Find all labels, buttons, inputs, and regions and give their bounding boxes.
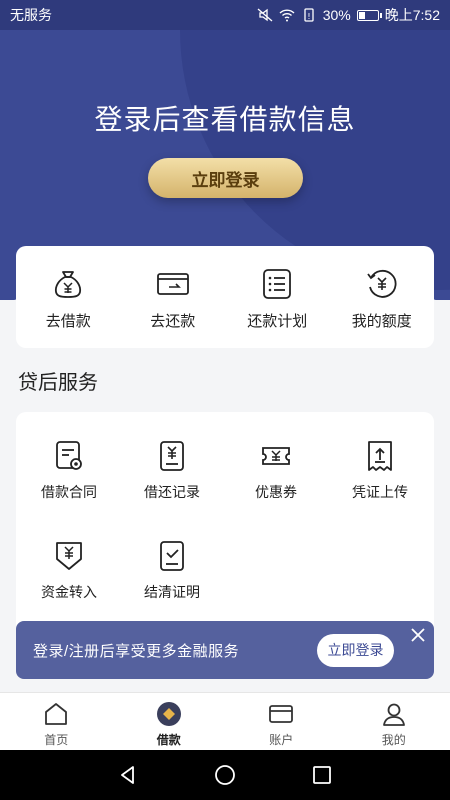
quick-actions-card: 去借款 去还款 还款计划 我的额度	[16, 246, 434, 348]
home-icon	[45, 703, 68, 725]
services-card: 借款合同 借还记录 优惠券 凭证上传 资金转入 结清证明	[16, 412, 434, 647]
wifi-icon	[279, 9, 295, 22]
loan-icon	[156, 702, 181, 726]
service-records[interactable]: 借还记录	[120, 440, 224, 502]
service-upload[interactable]: 凭证上传	[328, 440, 432, 502]
banner-login-button[interactable]: 立即登录	[317, 633, 394, 667]
certificate-icon	[160, 541, 184, 571]
transfer-in-icon	[56, 542, 82, 570]
carrier-text: 无服务	[10, 7, 52, 23]
login-promo-banner: 登录/注册后享受更多金融服务 立即登录	[16, 621, 434, 679]
hero-title: 登录后查看借款信息	[94, 104, 356, 135]
recents-icon[interactable]	[310, 763, 334, 787]
mute-icon	[257, 8, 273, 22]
hero-login-button[interactable]: 立即登录	[148, 158, 303, 198]
close-icon[interactable]	[410, 627, 426, 643]
bottom-tab-bar: 首页 借款 账户 我的	[0, 692, 450, 750]
banner-text: 登录/注册后享受更多金融服务	[33, 642, 240, 660]
home-button-icon[interactable]	[213, 763, 237, 787]
tab-profile[interactable]: 我的	[338, 693, 450, 750]
system-nav-bar	[0, 750, 450, 800]
quick-action-repay[interactable]: 去还款	[121, 246, 226, 348]
list-icon	[263, 269, 292, 299]
quick-action-quota[interactable]: 我的额度	[330, 246, 435, 348]
card-icon	[156, 273, 189, 295]
record-icon	[160, 441, 184, 471]
service-settlement-certificate[interactable]: 结清证明	[120, 540, 224, 602]
money-bag-icon	[55, 271, 82, 298]
quick-action-borrow[interactable]: 去借款	[16, 246, 121, 348]
svg-text:!: !	[307, 12, 310, 21]
profile-icon	[382, 703, 405, 726]
quick-action-plan[interactable]: 还款计划	[225, 246, 330, 348]
battery-percent: 30%	[322, 7, 351, 23]
account-card-icon	[269, 705, 294, 723]
back-icon[interactable]	[116, 763, 140, 787]
coupon-icon	[262, 447, 290, 465]
tab-home[interactable]: 首页	[0, 693, 113, 750]
service-transfer-in[interactable]: 资金转入	[17, 540, 121, 602]
battery-icon	[356, 9, 382, 21]
service-coupons[interactable]: 优惠券	[224, 440, 328, 502]
services-title: 贷后服务	[18, 372, 98, 394]
clock-text: 晚上7:52	[384, 7, 440, 23]
quota-icon	[367, 269, 397, 298]
status-bar: 无服务 ! 30% 晚上7:52	[0, 0, 450, 30]
tab-loan[interactable]: 借款	[113, 693, 226, 750]
service-contract[interactable]: 借款合同	[17, 440, 121, 502]
upload-icon	[368, 441, 392, 471]
tab-account[interactable]: 账户	[225, 693, 338, 750]
contract-icon	[56, 441, 82, 470]
sim-icon: !	[304, 8, 314, 22]
